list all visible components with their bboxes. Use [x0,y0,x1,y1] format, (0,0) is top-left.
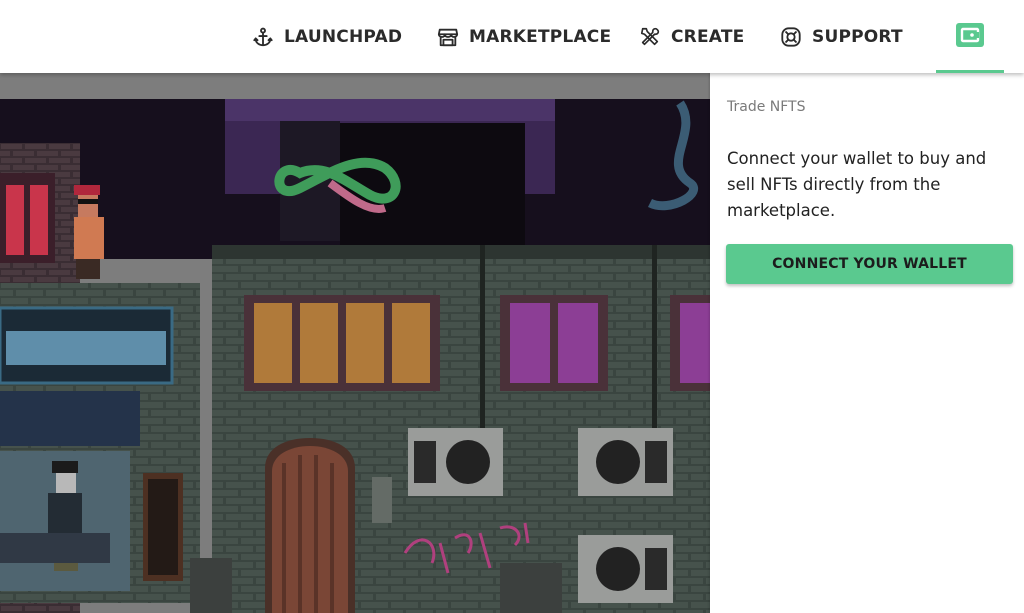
active-tab-indicator [936,70,1004,73]
nav-marketplace-label: MARKETPLACE [469,26,612,47]
nav-marketplace[interactable]: MARKETPLACE [437,0,611,73]
anchor-icon [252,26,274,48]
nav-support[interactable]: SUPPORT [780,0,903,73]
pixel-art-city-scene [0,73,710,613]
lifebuoy-icon [780,26,802,48]
nav-create[interactable]: CREATE [639,0,744,73]
wallet-tab[interactable] [936,0,1004,73]
nav-launchpad-label: LAUNCHPAD [284,26,403,47]
store-icon [437,26,459,48]
wallet-panel: Trade NFTS Connect your wallet to buy an… [710,73,1024,613]
nav-create-label: CREATE [671,26,745,47]
panel-caption: Trade NFTS [727,99,806,115]
wallet-icon [955,20,985,54]
connect-wallet-button[interactable]: CONNECT YOUR WALLET [726,244,1013,284]
nav-launchpad[interactable]: LAUNCHPAD [252,0,402,73]
top-navigation-bar: LAUNCHPAD MARKETPLACE CREATE SUPPORT [0,0,1024,73]
nav-support-label: SUPPORT [812,26,903,47]
panel-description: Connect your wallet to buy and sell NFTs… [727,149,987,220]
tools-icon [639,26,661,48]
